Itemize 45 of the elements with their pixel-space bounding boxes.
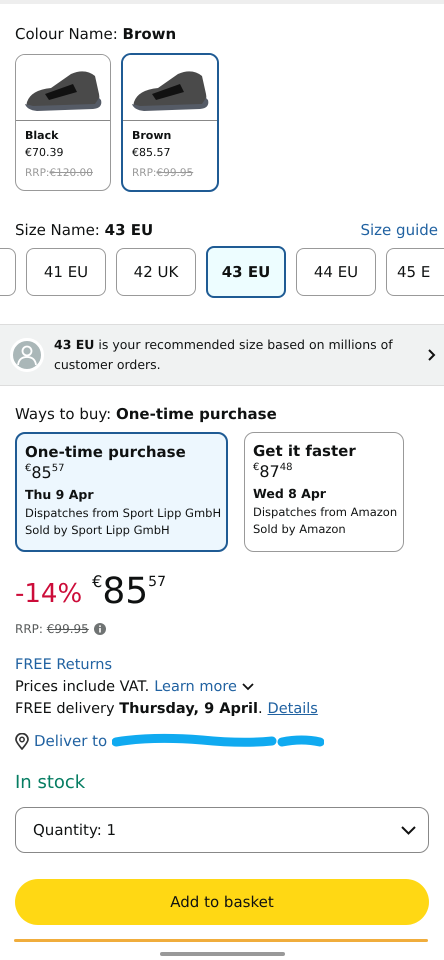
option-dispatch: Dispatches from Amazon <box>253 504 395 521</box>
chevron-right-icon <box>427 348 436 362</box>
avatar-icon <box>10 338 44 372</box>
swatch-price: €85.57 <box>132 145 172 161</box>
option-dispatch: Dispatches from Sport Lipp GmbH <box>25 505 218 522</box>
delivery-text: FREE delivery Thursday, 9 April. <box>15 700 263 719</box>
size-chip[interactable]: 44 EU <box>296 248 376 296</box>
option-seller: Sold by Amazon <box>253 521 347 538</box>
discount-percent: -14% <box>15 578 82 611</box>
chevron-down-icon[interactable] <box>242 683 254 691</box>
deliver-to-link[interactable]: Deliver to <box>34 730 108 752</box>
free-returns-link[interactable]: FREE Returns <box>15 654 112 676</box>
rrp-price: RRP: €99.95 <box>15 621 89 638</box>
size-chip[interactable]: 45 E <box>386 248 444 296</box>
swatch-name: Brown <box>132 128 172 144</box>
option-date: Wed 8 Apr <box>253 485 327 503</box>
in-stock-text: In stock <box>15 772 86 793</box>
swatch-rrp: RRP:€99.95 <box>132 166 194 181</box>
size-recommendation-banner[interactable]: 43 EU is your recommended size based on millions of customer orders. <box>0 324 444 386</box>
quantity-dropdown[interactable]: Quantity: 1 <box>15 807 429 853</box>
option-date: Thu 9 Apr <box>25 486 95 504</box>
colour-name-label: Colour Name: Brown <box>15 24 178 44</box>
size-chip[interactable]: 42 UK <box>116 248 196 296</box>
recommendation-text: 43 EU is your recommended size based on millions of customer orders. <box>54 336 394 374</box>
option-title: One-time purchase <box>25 442 187 462</box>
size-chip[interactable]: 43 EU <box>206 246 286 298</box>
size-name-label: Size Name: 43 EU <box>15 220 154 240</box>
size-guide-link[interactable]: Size guide <box>360 221 438 239</box>
swatch-rrp: RRP:€120.00 <box>25 166 94 181</box>
chevron-down-icon <box>401 826 416 834</box>
size-chip[interactable] <box>0 248 16 296</box>
info-icon[interactable] <box>94 623 106 635</box>
location-pin-icon <box>15 732 29 750</box>
swatch-name: Black <box>25 128 60 144</box>
option-title: Get it faster <box>253 441 357 461</box>
size-chip[interactable]: 41 EU <box>26 248 106 296</box>
add-to-basket-button[interactable]: Add to basket <box>15 879 429 925</box>
details-link[interactable]: Details <box>268 698 318 720</box>
vat-text: Prices include VAT. <box>15 678 150 697</box>
colour-swatch[interactable]: Black €70.39 RRP:€120.00 <box>15 54 111 191</box>
option-seller: Sold by Sport Lipp GmbH <box>25 522 171 539</box>
colour-swatch[interactable]: Brown €85.57 RRP:€99.95 <box>121 53 219 192</box>
swatch-price: €70.39 <box>25 145 64 161</box>
learn-more-link[interactable]: Learn more <box>154 676 237 698</box>
ways-to-buy-label: Ways to buy: One-time purchase <box>15 404 278 424</box>
